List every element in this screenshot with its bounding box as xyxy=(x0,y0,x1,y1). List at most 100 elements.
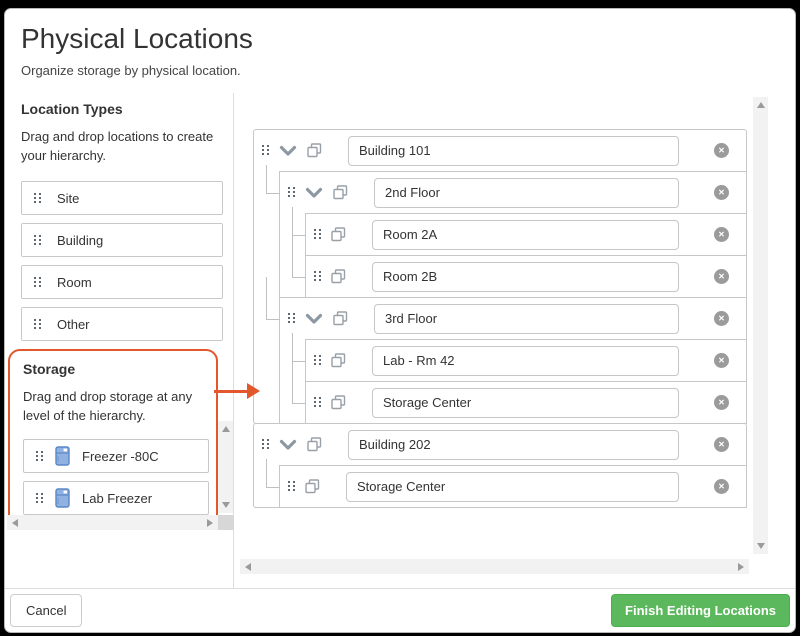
scroll-down-icon[interactable] xyxy=(757,543,765,549)
location-name-input[interactable] xyxy=(348,430,679,460)
copy-icon[interactable] xyxy=(305,479,320,494)
location-type-building[interactable]: Building xyxy=(21,223,223,257)
close-icon[interactable]: ✕ xyxy=(714,143,729,158)
close-icon[interactable]: ✕ xyxy=(714,395,729,410)
location-types-heading: Location Types xyxy=(21,101,233,117)
location-name-input[interactable] xyxy=(372,262,679,292)
tree-node-3rd-floor: ✕ ✕ xyxy=(279,297,747,424)
location-hierarchy-tree: ✕ ✕ xyxy=(253,129,747,508)
copy-icon[interactable] xyxy=(331,269,346,284)
tree-node-storage-center: ✕ xyxy=(305,381,747,424)
tree-node-2nd-floor: ✕ ✕ xyxy=(279,171,747,298)
drag-handle-icon[interactable] xyxy=(314,229,321,240)
storage-item-freezer-80c[interactable]: Freezer -80C xyxy=(23,439,209,473)
location-type-room[interactable]: Room xyxy=(21,265,223,299)
close-icon[interactable]: ✕ xyxy=(714,269,729,284)
left-panel-horizontal-scrollbar[interactable] xyxy=(7,515,218,530)
drag-handle-icon[interactable] xyxy=(314,271,321,282)
scroll-left-icon[interactable] xyxy=(245,563,251,571)
palette-panel: Location Types Drag and drop locations t… xyxy=(5,93,234,588)
location-name-input[interactable] xyxy=(374,178,679,208)
copy-icon[interactable] xyxy=(331,227,346,242)
location-type-label: Room xyxy=(57,275,92,290)
location-name-input[interactable] xyxy=(346,472,679,502)
location-type-label: Other xyxy=(57,317,90,332)
annotation-arrow xyxy=(214,390,247,393)
tree-children: ✕ ✕ xyxy=(305,213,747,298)
drag-handle-icon[interactable] xyxy=(262,439,269,450)
hierarchy-panel: ✕ ✕ xyxy=(234,93,795,588)
dialog-header: Physical Locations Organize storage by p… xyxy=(5,9,795,93)
drag-handle-icon[interactable] xyxy=(36,451,43,462)
scroll-up-icon[interactable] xyxy=(222,426,230,432)
page-subtitle: Organize storage by physical location. xyxy=(21,63,775,78)
chevron-down-icon[interactable] xyxy=(305,187,323,199)
drag-handle-icon[interactable] xyxy=(288,481,295,492)
drag-handle-icon[interactable] xyxy=(34,319,41,330)
tree-row: ✕ xyxy=(254,424,746,465)
chevron-down-icon[interactable] xyxy=(279,145,297,157)
scroll-down-icon[interactable] xyxy=(222,502,230,508)
left-panel-vertical-scrollbar[interactable] xyxy=(218,421,233,513)
close-icon[interactable]: ✕ xyxy=(714,479,729,494)
location-name-input[interactable] xyxy=(348,136,679,166)
storage-item-label: Lab Freezer xyxy=(82,491,152,506)
copy-icon[interactable] xyxy=(333,185,348,200)
close-icon[interactable]: ✕ xyxy=(714,353,729,368)
tree-children: ✕ ✕ xyxy=(279,171,747,424)
tree-row: ✕ xyxy=(254,130,746,171)
tree-children: ✕ xyxy=(279,465,747,508)
copy-icon[interactable] xyxy=(307,143,322,158)
location-type-label: Site xyxy=(57,191,79,206)
copy-icon[interactable] xyxy=(331,353,346,368)
drag-handle-icon[interactable] xyxy=(34,277,41,288)
drag-handle-icon[interactable] xyxy=(288,187,295,198)
scroll-right-icon[interactable] xyxy=(207,519,213,527)
freezer-icon xyxy=(55,446,70,466)
tree-row: ✕ xyxy=(280,298,746,339)
copy-icon[interactable] xyxy=(331,395,346,410)
storage-annotation-callout: Storage Drag and drop storage at any lev… xyxy=(8,349,218,529)
tree-node-lab-rm-42: ✕ xyxy=(305,339,747,382)
close-icon[interactable]: ✕ xyxy=(714,185,729,200)
location-type-site[interactable]: Site xyxy=(21,181,223,215)
location-name-input[interactable] xyxy=(372,388,679,418)
hierarchy-horizontal-scrollbar[interactable] xyxy=(240,559,749,574)
location-name-input[interactable] xyxy=(372,220,679,250)
dialog-body: Location Types Drag and drop locations t… xyxy=(5,93,795,589)
chevron-down-icon[interactable] xyxy=(305,313,323,325)
tree-row: ✕ xyxy=(280,466,746,507)
tree-node-building-202: ✕ ✕ xyxy=(253,423,747,508)
drag-handle-icon[interactable] xyxy=(262,145,269,156)
copy-icon[interactable] xyxy=(307,437,322,452)
close-icon[interactable]: ✕ xyxy=(714,311,729,326)
physical-locations-dialog: Physical Locations Organize storage by p… xyxy=(4,8,796,633)
copy-icon[interactable] xyxy=(333,311,348,326)
location-name-input[interactable] xyxy=(374,304,679,334)
location-type-label: Building xyxy=(57,233,103,248)
scroll-left-icon[interactable] xyxy=(12,519,18,527)
close-icon[interactable]: ✕ xyxy=(714,437,729,452)
finish-editing-locations-button[interactable]: Finish Editing Locations xyxy=(611,594,790,627)
page-title: Physical Locations xyxy=(21,23,775,55)
location-type-other[interactable]: Other xyxy=(21,307,223,341)
tree-row: ✕ xyxy=(306,214,746,255)
dialog-footer: Cancel Finish Editing Locations xyxy=(5,589,795,632)
drag-handle-icon[interactable] xyxy=(34,193,41,204)
drag-handle-icon[interactable] xyxy=(36,493,43,504)
drag-handle-icon[interactable] xyxy=(314,397,321,408)
drag-handle-icon[interactable] xyxy=(314,355,321,366)
scroll-right-icon[interactable] xyxy=(738,563,744,571)
tree-row: ✕ xyxy=(280,172,746,213)
drag-handle-icon[interactable] xyxy=(288,313,295,324)
storage-item-lab-freezer[interactable]: Lab Freezer xyxy=(23,481,209,515)
drag-handle-icon[interactable] xyxy=(34,235,41,246)
close-icon[interactable]: ✕ xyxy=(714,227,729,242)
location-name-input[interactable] xyxy=(372,346,679,376)
chevron-down-icon[interactable] xyxy=(279,439,297,451)
hierarchy-vertical-scrollbar[interactable] xyxy=(753,97,768,554)
tree-node-storage-center-2: ✕ xyxy=(279,465,747,508)
cancel-button[interactable]: Cancel xyxy=(10,594,82,627)
scroll-up-icon[interactable] xyxy=(757,102,765,108)
tree-row: ✕ xyxy=(306,340,746,381)
